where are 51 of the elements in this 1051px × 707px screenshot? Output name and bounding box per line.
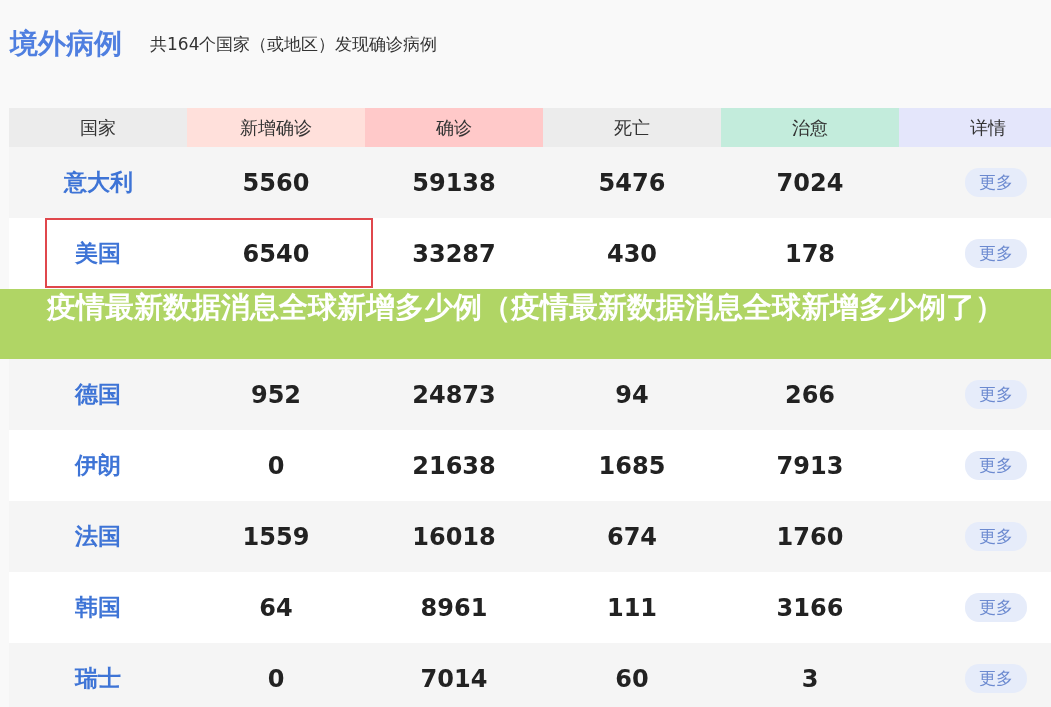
table-cell-text: 3166 — [775, 592, 845, 624]
country-link[interactable]: 瑞士 — [75, 663, 121, 694]
table-cell-text: 6540 — [241, 238, 311, 270]
table-cell-text: 178 — [783, 238, 837, 270]
table-cell-text: 7014 — [419, 663, 489, 695]
column-header: 死亡 — [543, 108, 721, 147]
table-cell-text: 1760 — [775, 521, 845, 553]
table-cell-text: 0 — [266, 663, 286, 695]
table-cell-text: 59138 — [411, 167, 497, 199]
more-button[interactable]: 更多 — [965, 593, 1027, 622]
column-header: 详情 — [899, 108, 1051, 147]
table-cell-text: 64 — [258, 592, 294, 624]
country-link[interactable]: 伊朗 — [75, 450, 121, 481]
more-button[interactable]: 更多 — [965, 380, 1027, 409]
table-cell-text: 266 — [783, 379, 837, 411]
table-cell-text: 16018 — [411, 521, 497, 553]
table-cell-text: 1685 — [597, 450, 667, 482]
table-cell-text: 33287 — [411, 238, 497, 270]
more-button[interactable]: 更多 — [965, 451, 1027, 480]
table-cell-text: 24873 — [411, 379, 497, 411]
page-title: 境外病例 — [10, 26, 122, 62]
country-link[interactable]: 美国 — [75, 238, 121, 269]
column-header: 确诊 — [365, 108, 543, 147]
table-cell-text: 7024 — [775, 167, 845, 199]
more-button[interactable]: 更多 — [965, 664, 1027, 693]
page-subtitle: 共164个国家（或地区）发现确诊病例 — [150, 32, 438, 56]
more-button[interactable]: 更多 — [965, 522, 1027, 551]
column-header: 国家 — [9, 108, 187, 147]
country-link[interactable]: 法国 — [75, 521, 121, 552]
more-button[interactable]: 更多 — [965, 239, 1027, 268]
country-link[interactable]: 德国 — [75, 379, 121, 410]
table-cell-text: 5476 — [597, 167, 667, 199]
table-cell-text: 60 — [614, 663, 650, 695]
table-cell-text: 21638 — [411, 450, 497, 482]
column-header: 治愈 — [721, 108, 899, 147]
table-cell-text: 952 — [249, 379, 303, 411]
table-cell-text: 0 — [266, 450, 286, 482]
column-header: 新增确诊 — [187, 108, 365, 147]
country-link[interactable]: 韩国 — [75, 592, 121, 623]
title-banner: 疫情最新数据消息全球新增多少例（疫情最新数据消息全球新增多少例了） — [0, 289, 1051, 359]
table-cell-text: 111 — [605, 592, 659, 624]
table-cell-text: 430 — [605, 238, 659, 270]
table-cell-text: 7913 — [775, 450, 845, 482]
country-link[interactable]: 意大利 — [63, 167, 133, 198]
table-cell-text: 1559 — [241, 521, 311, 553]
table-cell-text: 94 — [614, 379, 650, 411]
table-cell-text: 8961 — [419, 592, 489, 624]
table-cell-text: 5560 — [241, 167, 311, 199]
more-button[interactable]: 更多 — [965, 168, 1027, 197]
table-cell-text: 674 — [605, 521, 659, 553]
table-cell-text: 3 — [800, 663, 820, 695]
